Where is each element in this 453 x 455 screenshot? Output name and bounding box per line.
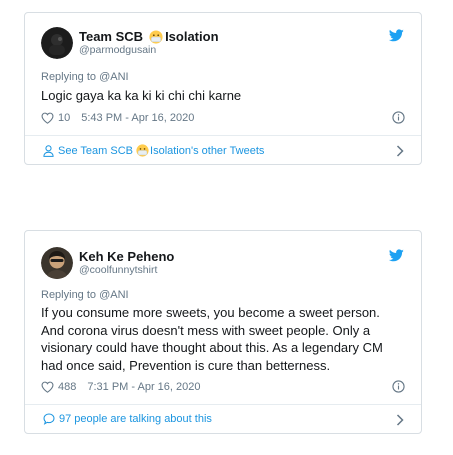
comment-icon [43, 413, 55, 425]
display-name-suffix: Isolation [165, 29, 219, 44]
info-icon[interactable] [392, 380, 405, 393]
like-count: 488 [58, 381, 77, 393]
footer-suffix: Isolation's other Tweets [150, 144, 265, 157]
chevron-right-icon[interactable] [396, 414, 404, 426]
avatar[interactable] [41, 247, 73, 279]
tweet-card[interactable]: Team SCB Isolation @parmodgusain Replyin… [24, 12, 422, 165]
replying-to[interactable]: Replying to @ANI [41, 289, 129, 301]
tweet-header: Team SCB Isolation @parmodgusain [41, 27, 219, 59]
chevron-right-icon[interactable] [396, 145, 404, 157]
footer-prefix: See Team SCB [58, 144, 134, 157]
display-name-text: Keh Ke Peheno [79, 249, 175, 264]
info-icon[interactable] [392, 111, 405, 124]
footer-text: 97 people are talking about this [59, 413, 212, 425]
tweet-text: Logic gaya ka ka ki ki chi chi karne [41, 88, 242, 103]
display-name[interactable]: Team SCB Isolation [79, 29, 219, 44]
user-handle[interactable]: @coolfunnytshirt [79, 264, 174, 277]
other-tweets-link[interactable]: See Team SCB Isolation's other Tweets [43, 144, 264, 157]
replying-to[interactable]: Replying to @ANI [41, 71, 129, 83]
conversation-link[interactable]: 97 people are talking about this [43, 413, 212, 425]
mask-emoji-icon [136, 144, 149, 157]
divider [25, 404, 421, 405]
divider [25, 135, 421, 136]
avatar[interactable] [41, 27, 73, 59]
tweet-meta: 488 7:31 PM - Apr 16, 2020 [41, 380, 405, 393]
timestamp[interactable]: 5:43 PM - Apr 16, 2020 [81, 112, 194, 124]
user-handle[interactable]: @parmodgusain [79, 44, 219, 57]
person-icon [43, 144, 54, 157]
twitter-bird-icon[interactable] [389, 29, 404, 42]
mask-emoji-icon [149, 29, 163, 44]
heart-icon[interactable] [41, 381, 54, 393]
twitter-bird-icon[interactable] [389, 249, 404, 262]
tweet-text: If you consume more sweets, you become a… [41, 305, 383, 373]
tweet-card[interactable]: Keh Ke Peheno @coolfunnytshirt Replying … [24, 230, 422, 434]
display-name-text: Team SCB [79, 29, 144, 44]
like-count: 10 [58, 112, 71, 124]
tweet-meta: 10 5:43 PM - Apr 16, 2020 [41, 111, 405, 124]
tweet-header: Keh Ke Peheno @coolfunnytshirt [41, 247, 174, 279]
timestamp[interactable]: 7:31 PM - Apr 16, 2020 [87, 381, 200, 393]
display-name[interactable]: Keh Ke Peheno [79, 249, 174, 264]
heart-icon[interactable] [41, 112, 54, 124]
